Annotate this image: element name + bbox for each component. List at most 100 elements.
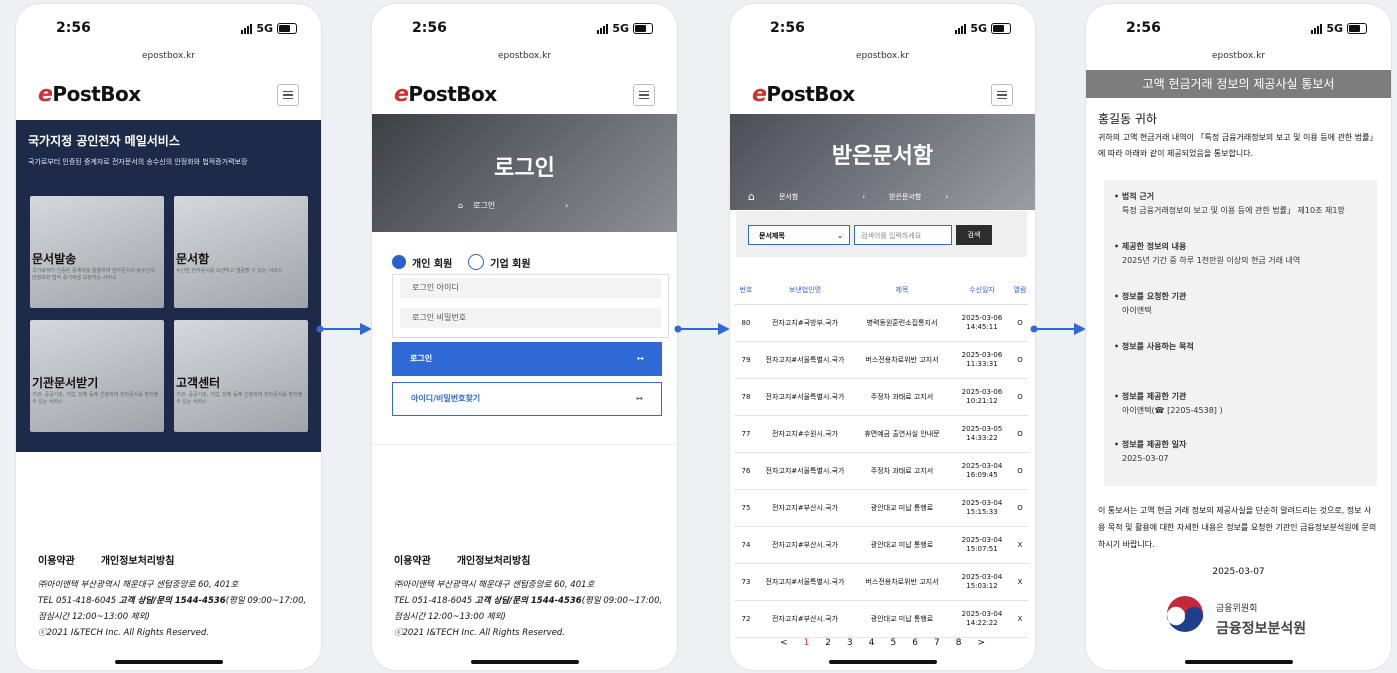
chevron-right-icon: › bbox=[565, 201, 569, 210]
row-title[interactable]: 광안대교 미납 통행료 bbox=[852, 526, 952, 564]
row-no: 77 bbox=[734, 415, 758, 453]
terms-link[interactable]: 이용약관 bbox=[38, 552, 75, 567]
phone-notice: 2:56 5G epostbox.kr 고액 현금거래 정보의 제공사실 통보서… bbox=[1086, 4, 1391, 670]
terms-link[interactable]: 이용약관 bbox=[394, 552, 431, 567]
flow-arrow-icon bbox=[316, 323, 372, 335]
col-title: 제목 bbox=[852, 276, 952, 305]
table-row[interactable]: 77 전자고지#수원시.국가 휴면예금 출연사실 안내문 2025-03-05 14:3… bbox=[734, 415, 1028, 453]
search-field-select[interactable]: 문서제목 ⌄ bbox=[748, 225, 850, 245]
row-title[interactable]: 버스전용차로위반 고지서 bbox=[852, 341, 952, 379]
home-icon[interactable]: ⌂ bbox=[458, 201, 463, 210]
row-no: 80 bbox=[734, 304, 758, 342]
service-card-send[interactable]: 문서발송 국가로부터 인증된 중계자를 활용하여 전자문서의 송수신의 안정화와… bbox=[30, 196, 164, 308]
phone-login: 2:56 5G epostbox.kr ePostBox 로그인 ⌂ 로그인 ›… bbox=[372, 4, 677, 670]
row-date: 2025-03-04 15:15:33 bbox=[952, 489, 1012, 527]
prev-page-icon[interactable]: < bbox=[780, 638, 788, 648]
site-footer: 이용약관 개인정보처리방침 ㈜아이앤텍 부산광역시 해운대구 센텀중앙로 60,… bbox=[394, 552, 663, 641]
page-8[interactable]: 8 bbox=[956, 638, 962, 648]
service-card-org[interactable]: 기관문서받기 기관, 공공기관, 기업, 단체 등에 신청하여 전자문서를 받아… bbox=[30, 320, 164, 432]
home-indicator bbox=[114, 660, 223, 664]
notice-date: 2025-03-07 bbox=[1212, 567, 1265, 577]
detail-item: 제공한 정보의 내용2025년 기간 중 하루 1천만원 이상의 현금 거래 내… bbox=[1114, 240, 1371, 268]
org-parent-label: 금융위원회 bbox=[1216, 604, 1258, 614]
row-title[interactable]: 병력동원훈련소집통지서 bbox=[852, 304, 952, 342]
page-7[interactable]: 7 bbox=[934, 638, 940, 648]
login-button[interactable]: 로그인 ↦ bbox=[392, 342, 662, 376]
service-card-support[interactable]: 고객센터 기관, 공공기관, 기업, 단체 등에 신청하여 전자문서를 받아볼 … bbox=[174, 320, 308, 432]
signal-icon bbox=[955, 23, 967, 34]
table-row[interactable]: 75 전자고지#부산시.국가 광안대교 미납 통행료 2025-03-04 15:15:… bbox=[734, 489, 1028, 527]
row-no: 75 bbox=[734, 489, 758, 527]
signal-icon bbox=[1311, 23, 1323, 34]
next-page-icon[interactable]: > bbox=[977, 638, 985, 648]
site-logo[interactable]: ePostBox bbox=[38, 82, 141, 107]
battery-icon bbox=[1347, 23, 1367, 34]
site-logo[interactable]: ePostBox bbox=[394, 82, 497, 107]
site-logo[interactable]: ePostBox bbox=[752, 82, 855, 107]
table-row[interactable]: 73 전자고지#서울특별시.국가 버스전용차로위반 고지서 2025-03-04 15:… bbox=[734, 563, 1028, 601]
row-sender: 전자고지#서울특별시.국가 bbox=[758, 378, 852, 416]
url-bar[interactable]: epostbox.kr bbox=[16, 51, 321, 61]
radio-personal[interactable] bbox=[392, 255, 406, 269]
site-header: ePostBox bbox=[730, 76, 1035, 116]
table-row[interactable]: 76 전자고지#서울특별시.국가 주정차 과태료 고지서 2025-03-04 16:0… bbox=[734, 452, 1028, 490]
flow-arrow-icon bbox=[1030, 323, 1086, 335]
url-bar[interactable]: epostbox.kr bbox=[1086, 51, 1391, 61]
status-time: 2:56 bbox=[1126, 20, 1161, 36]
divider bbox=[372, 444, 677, 445]
home-indicator bbox=[470, 660, 579, 664]
privacy-link[interactable]: 개인정보처리방침 bbox=[101, 552, 175, 567]
signal-icon bbox=[597, 23, 609, 34]
url-bar[interactable]: epostbox.kr bbox=[372, 51, 677, 61]
row-sender: 전자고지#부산시.국가 bbox=[758, 600, 852, 638]
row-date: 2025-03-06 11:33:31 bbox=[952, 341, 1012, 379]
radio-corporate-label[interactable]: 기업 회원 bbox=[490, 255, 530, 270]
row-title[interactable]: 버스전용차로위반 고지서 bbox=[852, 563, 952, 601]
table-row[interactable]: 79 전자고지#서울특별시.국가 버스전용차로위반 고지서 2025-03-06 11:… bbox=[734, 341, 1028, 379]
chevron-right-icon: › bbox=[862, 192, 866, 201]
status-bar: 2:56 5G bbox=[16, 18, 321, 42]
service-card-inbox[interactable]: 문서함 수신한 전자문서를 보관하고 열람할 수 있는 서비스 bbox=[174, 196, 308, 308]
page-1[interactable]: 1 bbox=[804, 638, 810, 648]
notice-note: 이 통보서는 고액 현금 거래 정보의 제공사실을 단순히 알려드리는 것으로,… bbox=[1098, 506, 1377, 549]
flow-arrow-icon bbox=[674, 323, 730, 335]
phone-inbox: 2:56 5G epostbox.kr ePostBox 받은문서함 ⌂ 문서함… bbox=[730, 4, 1035, 670]
status-bar: 2:56 5G bbox=[372, 18, 677, 42]
row-read-status: O bbox=[1012, 341, 1028, 379]
row-title[interactable]: 광안대교 미납 통행료 bbox=[852, 600, 952, 638]
table-row[interactable]: 72 전자고지#부산시.국가 광안대교 미납 통행료 2025-03-04 14:22:… bbox=[734, 600, 1028, 638]
row-date: 2025-03-04 16:09:45 bbox=[952, 452, 1012, 490]
home-icon[interactable]: ⌂ bbox=[748, 190, 755, 203]
privacy-link[interactable]: 개인정보처리방침 bbox=[457, 552, 531, 567]
hamburger-menu-icon[interactable] bbox=[277, 84, 299, 106]
row-title[interactable]: 휴면예금 출연사실 안내문 bbox=[852, 415, 952, 453]
col-date: 수신일자 bbox=[952, 276, 1012, 305]
page-title: 로그인 bbox=[494, 156, 555, 181]
chevron-down-icon: ⌄ bbox=[837, 232, 843, 240]
page-5[interactable]: 5 bbox=[891, 638, 897, 648]
search-input[interactable]: 검색어를 입력하세요 bbox=[854, 225, 952, 245]
radio-personal-label[interactable]: 개인 회원 bbox=[412, 255, 452, 270]
radio-corporate[interactable] bbox=[468, 254, 485, 270]
table-row[interactable]: 80 전자고지#국방부.국가 병력동원훈련소집통지서 2025-03-06 14:45:… bbox=[734, 304, 1028, 342]
table-row[interactable]: 74 전자고지#부산시.국가 광안대교 미납 통행료 2025-03-04 15:07:… bbox=[734, 526, 1028, 564]
hero-banner: 국가지정 공인전자 메일서비스 국가로부터 인증된 중계자로 전자문서의 송수신… bbox=[16, 120, 321, 452]
row-title[interactable]: 광안대교 미납 통행료 bbox=[852, 489, 952, 527]
search-button[interactable]: 검색 bbox=[956, 225, 992, 245]
login-id-input[interactable]: 로그인 아이디 bbox=[400, 278, 661, 298]
login-password-input[interactable]: 로그인 비밀번호 bbox=[400, 308, 661, 328]
find-account-button[interactable]: 아이디/비밀번호찾기 ↦ bbox=[392, 382, 662, 416]
row-no: 72 bbox=[734, 600, 758, 638]
url-bar[interactable]: epostbox.kr bbox=[730, 51, 1035, 61]
hamburger-menu-icon[interactable] bbox=[633, 84, 655, 106]
table-row[interactable]: 78 전자고지#서울특별시.국가 주정차 과태료 고지서 2025-03-06 10:2… bbox=[734, 378, 1028, 416]
row-title[interactable]: 주정차 과태료 고지서 bbox=[852, 378, 952, 416]
page-6[interactable]: 6 bbox=[912, 638, 918, 648]
row-sender: 전자고지#국방부.국가 bbox=[758, 304, 852, 342]
site-footer: 이용약관 개인정보처리방침 ㈜아이앤텍 부산광역시 해운대구 센텀중앙로 60,… bbox=[38, 552, 307, 641]
page-3[interactable]: 3 bbox=[847, 638, 853, 648]
page-4[interactable]: 4 bbox=[869, 638, 875, 648]
row-title[interactable]: 주정차 과태료 고지서 bbox=[852, 452, 952, 490]
page-2[interactable]: 2 bbox=[825, 638, 831, 648]
hamburger-menu-icon[interactable] bbox=[991, 84, 1013, 106]
